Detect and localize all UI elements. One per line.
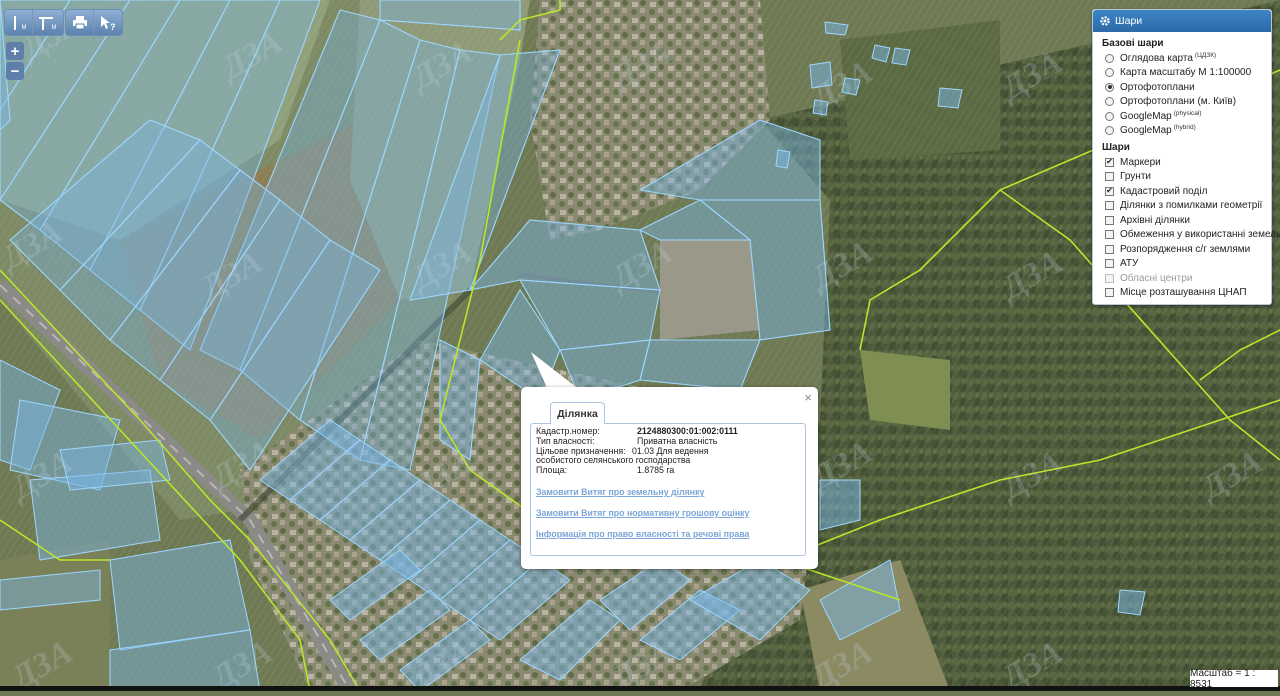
overlay-layer-option[interactable]: АТУ [1093,257,1271,272]
base-layers-heading: Базові шари [1102,38,1164,49]
base-layer-label: GoogleMap [1120,125,1172,137]
base-layer-label: Ортофотоплани [1120,81,1195,93]
overlay-layer-label: АТУ [1120,258,1139,270]
svg-text:?: ? [110,22,116,31]
popup-close-button[interactable]: × [804,391,812,404]
parcel-info: Кадастр.номер: 2124880300:01:002:0111 Ти… [530,423,806,556]
zoom-in-button[interactable]: + [6,42,24,60]
layers-panel-title: Шари [1115,15,1143,27]
overlay-layer-option[interactable]: Розпорядження с/г землями [1093,242,1271,257]
orthophoto-map[interactable]: ДЗА ДЗА ДЗА ДЗА ДЗА ДЗА ДЗА ДЗА ДЗА ДЗА … [0,0,1280,696]
overlay-layer-option[interactable]: Грунти [1093,170,1271,185]
scale-text: Масштаб = 1 : 8531 [1190,667,1256,690]
base-layer-label: Ортофотоплани (м. Київ) [1120,96,1237,108]
overlay-layer-label: Обмеження у використанні земель [1120,229,1280,241]
checkbox-icon [1105,273,1114,283]
checkbox-icon[interactable] [1105,172,1114,182]
identify-help-button[interactable]: ? [94,10,122,35]
base-layer-label: GoogleMap [1120,110,1172,122]
checkbox-checked-icon[interactable]: ✔ [1105,157,1114,167]
order-parcel-extract-link[interactable]: Замовити Витяг про земельну ділянку [536,487,800,497]
layers-panel: Шари Базові шари Оглядова карта (ЦДЗК) Кар… [1092,9,1280,305]
radio-icon[interactable] [1105,126,1114,136]
tab-parcel[interactable]: Ділянка [550,402,605,424]
base-layer-option[interactable]: GoogleMap (physical) [1093,109,1271,124]
measure-toolbar: M M [4,9,64,36]
overlay-layer-option[interactable]: Обмеження у використанні земель [1093,228,1280,243]
overlay-layer-option[interactable]: Ділянки з помилками геометрії [1093,199,1271,214]
radio-icon[interactable] [1105,53,1114,63]
base-layer-sup: (hybrid) [1173,124,1196,132]
overlay-layers-list: ✔ Маркери Грунти ✔ Кадастровий поділ Ділянки … [1093,155,1280,301]
ownership-rights-info-link[interactable]: Інформація про право власності та речові… [536,529,800,539]
base-layer-sup: (physical) [1173,109,1202,117]
checkbox-icon[interactable] [1105,259,1114,269]
overlay-layer-option[interactable]: Місце розташування ЦНАП [1093,286,1271,301]
parcel-popup: × Ділянка Кадастр.номер: 2124880300:01:0… [521,387,818,569]
tool2-label: M [51,24,57,31]
overlay-layer-label: Грунти [1120,171,1151,183]
area-value: 1.8785 га [637,465,675,476]
tool1-label: M [21,24,27,31]
checkbox-icon[interactable] [1105,244,1114,254]
overlay-layer-label: Маркери [1120,156,1161,168]
overlay-layer-option[interactable]: ✔ Кадастровий поділ [1093,184,1271,199]
base-layer-option[interactable]: Ортофотоплани (м. Київ) [1093,95,1271,110]
gear-icon [1100,16,1110,26]
overlay-layer-label: Архівні ділянки [1120,214,1190,226]
order-valuation-extract-link[interactable]: Замовити Витяг про нормативну грошову оц… [536,508,800,518]
measure-area-button[interactable]: M [33,10,61,35]
layers-panel-header[interactable]: Шари [1093,10,1271,32]
area-label: Площа: [536,465,568,476]
overlay-layer-label: Місце розташування ЦНАП [1120,287,1247,299]
overlay-layers-heading: Шари [1102,142,1130,153]
ruler-vertical-icon: M [11,15,27,31]
base-layer-label: Карта масштабу М 1:100000 [1120,67,1252,79]
checkbox-icon[interactable] [1105,201,1114,211]
overlay-layer-label: Ділянки з помилками геометрії [1120,200,1263,212]
overlay-layer-label: Обласні центри [1120,272,1193,284]
purpose-label: Цільове призначення: 01.03 Для ведення о… [536,445,709,466]
ruler-angle-icon: M [38,15,57,31]
base-layer-option[interactable]: Ортофотоплани [1093,80,1271,95]
base-layer-option[interactable]: GoogleMap (hybrid) [1093,124,1271,139]
radio-icon[interactable] [1105,68,1114,78]
radio-selected-icon[interactable] [1105,82,1114,92]
cursor-question-icon: ? [101,15,116,31]
radio-icon[interactable] [1105,111,1114,121]
radio-icon[interactable] [1105,97,1114,107]
overlay-layer-label: Кадастровий поділ [1120,185,1208,197]
base-layer-option[interactable]: Оглядова карта (ЦДЗК) [1093,51,1271,66]
table-row: Площа: 1.8785 га [536,465,738,476]
map-canvas[interactable]: ДЗА ДЗА ДЗА ДЗА ДЗА ДЗА ДЗА ДЗА ДЗА ДЗА … [0,0,1280,696]
base-layer-label: Оглядова карта [1120,52,1193,64]
print-button[interactable] [66,10,94,35]
checkbox-icon[interactable] [1105,288,1114,298]
overlay-layer-option[interactable]: ✔ Маркери [1093,155,1271,170]
zoom-control: + − [6,42,24,82]
overlay-layer-label: Розпорядження с/г землями [1120,243,1251,255]
overlay-layer-option: Обласні центри [1093,271,1271,286]
base-layer-option[interactable]: Карта масштабу М 1:100000 [1093,66,1271,81]
base-layers-list: Оглядова карта (ЦДЗК) Карта масштабу М 1:1… [1093,51,1271,138]
zoom-out-button[interactable]: − [6,62,24,80]
parcel-attributes-table: Кадастр.номер: 2124880300:01:002:0111 Ти… [536,426,738,476]
overlay-layer-option[interactable]: Архівні ділянки [1093,213,1271,228]
printer-icon [72,15,87,29]
measure-length-button[interactable]: M [5,10,33,35]
scale-indicator: Масштаб = 1 : 8531 [1190,667,1278,690]
checkbox-icon[interactable] [1105,215,1114,225]
actions-toolbar: ? [65,9,123,36]
table-row: Цільове призначення: 01.03 Для ведення о… [536,445,738,467]
checkbox-checked-icon[interactable]: ✔ [1105,186,1114,196]
checkbox-icon[interactable] [1105,230,1114,240]
base-layer-sup: (ЦДЗК) [1194,51,1217,59]
